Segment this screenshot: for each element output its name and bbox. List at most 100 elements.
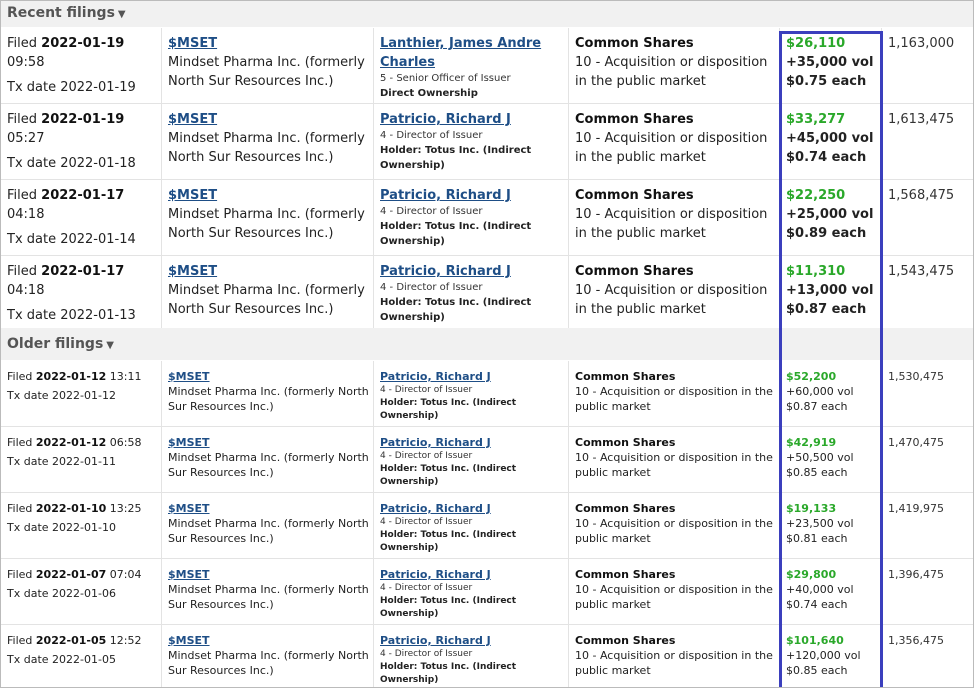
ticker-link[interactable]: $MSET: [168, 112, 217, 127]
security-type: Common Shares: [575, 264, 694, 279]
insider-link[interactable]: Lanthier, James Andre Charles: [380, 36, 541, 70]
tx-date: Tx date 2022-01-18: [7, 156, 136, 171]
ticker-cell: $MSET Mindset Pharma Inc. (formerly Nort…: [161, 104, 373, 179]
filed-prefix: Filed: [7, 502, 33, 515]
company-name: Mindset Pharma Inc. (formerly North Sur …: [168, 131, 365, 165]
table-row[interactable]: Filed 2022-01-07 07:04 Tx date 2022-01-0…: [1, 559, 973, 625]
security-type: Common Shares: [575, 112, 694, 127]
filed-cell: Filed 2022-01-17 04:18 Tx date 2022-01-1…: [1, 256, 161, 331]
transaction-nature: 10 - Acquisition or disposition in the p…: [575, 207, 768, 241]
insider-holder: Holder: Totus Inc. (Indirect Ownership): [380, 221, 532, 247]
insider-link[interactable]: Patricio, Richard J: [380, 188, 511, 203]
table-row[interactable]: Filed 2022-01-19 05:27 Tx date 2022-01-1…: [1, 104, 973, 180]
transaction-value: $52,200: [786, 370, 837, 383]
security-type: Common Shares: [575, 634, 676, 647]
insider-link[interactable]: Patricio, Richard J: [380, 634, 491, 647]
ticker-link[interactable]: $MSET: [168, 436, 210, 449]
filed-time: 06:58: [109, 436, 142, 449]
filed-time: 07:04: [109, 568, 142, 581]
insider-link[interactable]: Patricio, Richard J: [380, 568, 491, 581]
shares-held-cell: 1,396,475: [881, 559, 973, 624]
tx-date: Tx date 2022-01-05: [7, 653, 116, 666]
transaction-nature: 10 - Acquisition or disposition in the p…: [575, 131, 768, 165]
transaction-type-cell: Common Shares 10 - Acquisition or dispos…: [568, 256, 779, 331]
tx-date: Tx date 2022-01-10: [7, 521, 116, 534]
security-type: Common Shares: [575, 188, 694, 203]
recent-filings-header[interactable]: Recent filings ▼: [1, 1, 973, 27]
tx-date: Tx date 2022-01-14: [7, 232, 136, 247]
transaction-value: $11,310: [786, 264, 846, 279]
security-type: Common Shares: [575, 502, 676, 515]
table-row[interactable]: Filed 2022-01-19 09:58 Tx date 2022-01-1…: [1, 28, 973, 104]
table-row[interactable]: Filed 2022-01-17 04:18 Tx date 2022-01-1…: [1, 180, 973, 256]
insider-link[interactable]: Patricio, Richard J: [380, 370, 491, 383]
insider-link[interactable]: Patricio, Richard J: [380, 112, 511, 127]
table-row[interactable]: Filed 2022-01-12 13:11 Tx date 2022-01-1…: [1, 361, 973, 427]
ticker-cell: $MSET Mindset Pharma Inc. (formerly Nort…: [161, 256, 373, 331]
shares-held-cell: 1,470,475: [881, 427, 973, 492]
transaction-value: $33,277: [786, 112, 846, 127]
ticker-link[interactable]: $MSET: [168, 264, 217, 279]
transaction-nature: 10 - Acquisition or disposition in the p…: [575, 583, 773, 611]
filed-cell: Filed 2022-01-12 13:11 Tx date 2022-01-1…: [1, 361, 161, 426]
table-row[interactable]: Filed 2022-01-05 12:52 Tx date 2022-01-0…: [1, 625, 973, 687]
value-cell: $22,250 +25,000 vol $0.89 each: [779, 180, 881, 255]
ticker-link[interactable]: $MSET: [168, 36, 217, 51]
insider-role: 4 - Director of Issuer: [380, 649, 473, 659]
filed-date: 2022-01-19: [41, 112, 125, 127]
table-row[interactable]: Filed 2022-01-10 13:25 Tx date 2022-01-1…: [1, 493, 973, 559]
shares-held-cell: 1,530,475: [881, 361, 973, 426]
older-filings-header[interactable]: Older filings ▼: [1, 328, 973, 360]
company-name: Mindset Pharma Inc. (formerly North Sur …: [168, 207, 365, 241]
filed-date: 2022-01-17: [41, 188, 125, 203]
ticker-link[interactable]: $MSET: [168, 370, 210, 383]
transaction-value: $29,800: [786, 568, 837, 581]
transaction-type-cell: Common Shares 10 - Acquisition or dispos…: [568, 625, 779, 687]
filed-prefix: Filed: [7, 436, 33, 449]
tx-date: Tx date 2022-01-13: [7, 308, 136, 323]
insider-link[interactable]: Patricio, Richard J: [380, 436, 491, 449]
ticker-link[interactable]: $MSET: [168, 502, 210, 515]
insider-cell: Patricio, Richard J 4 - Director of Issu…: [373, 427, 568, 492]
company-name: Mindset Pharma Inc. (formerly North Sur …: [168, 583, 369, 611]
ticker-link[interactable]: $MSET: [168, 634, 210, 647]
filed-time: 12:52: [109, 634, 142, 647]
value-cell: $11,310 +13,000 vol $0.87 each: [779, 256, 881, 331]
insider-holder: Direct Ownership: [380, 88, 478, 99]
transaction-volume: +50,500 vol: [786, 451, 854, 464]
filed-date: 2022-01-17: [41, 264, 125, 279]
shares-held-cell: 1,568,475: [881, 180, 973, 255]
transaction-value: $22,250: [786, 188, 846, 203]
filed-prefix: Filed: [7, 370, 33, 383]
filed-date: 2022-01-05: [35, 634, 107, 647]
tx-date: Tx date 2022-01-12: [7, 389, 116, 402]
shares-held: 1,396,475: [888, 568, 944, 581]
filings-panel: Recent filings ▼ Filed 2022-01-19 09:58 T…: [0, 0, 974, 688]
filed-date: 2022-01-07: [35, 568, 107, 581]
transaction-type-cell: Common Shares 10 - Acquisition or dispos…: [568, 361, 779, 426]
filed-time: 13:25: [109, 502, 142, 515]
transaction-type-cell: Common Shares 10 - Acquisition or dispos…: [568, 180, 779, 255]
insider-link[interactable]: Patricio, Richard J: [380, 264, 511, 279]
value-cell: $19,133 +23,500 vol $0.81 each: [779, 493, 881, 558]
transaction-volume: +35,000 vol: [786, 55, 874, 70]
shares-held-cell: 1,356,475: [881, 625, 973, 687]
price-each: $0.85 each: [786, 664, 848, 677]
ticker-link[interactable]: $MSET: [168, 568, 210, 581]
transaction-volume: +45,000 vol: [786, 131, 874, 146]
transaction-volume: +25,000 vol: [786, 207, 874, 222]
insider-role: 4 - Director of Issuer: [380, 451, 473, 461]
transaction-nature: 10 - Acquisition or disposition in the p…: [575, 283, 768, 317]
filed-prefix: Filed: [7, 634, 33, 647]
table-row[interactable]: Filed 2022-01-17 04:18 Tx date 2022-01-1…: [1, 256, 973, 332]
company-name: Mindset Pharma Inc. (formerly North Sur …: [168, 451, 369, 479]
filed-date: 2022-01-12: [35, 436, 107, 449]
insider-link[interactable]: Patricio, Richard J: [380, 502, 491, 515]
table-row[interactable]: Filed 2022-01-12 06:58 Tx date 2022-01-1…: [1, 427, 973, 493]
value-cell: $29,800 +40,000 vol $0.74 each: [779, 559, 881, 624]
insider-cell: Patricio, Richard J 4 - Director of Issu…: [373, 104, 568, 179]
filed-cell: Filed 2022-01-19 09:58 Tx date 2022-01-1…: [1, 28, 161, 103]
value-cell: $33,277 +45,000 vol $0.74 each: [779, 104, 881, 179]
price-each: $0.81 each: [786, 532, 848, 545]
ticker-link[interactable]: $MSET: [168, 188, 217, 203]
